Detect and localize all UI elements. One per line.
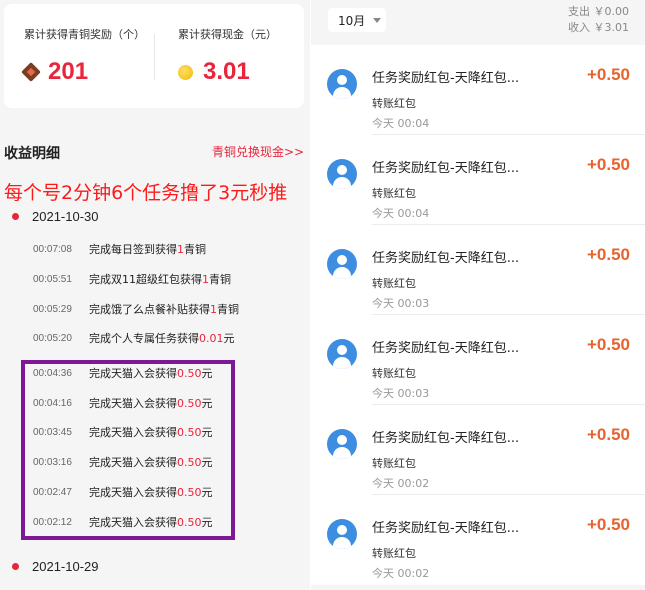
date-dot-icon	[12, 213, 19, 220]
transaction-amount: +0.50	[586, 335, 630, 354]
cash-stat: 累计获得现金（元） 3.01	[156, 4, 304, 108]
copper-stat-value: 201	[48, 58, 89, 85]
transaction-time: 今天 00:02	[372, 567, 430, 580]
record-row: 00:07:08 完成每日签到获得1青铜	[0, 237, 310, 261]
overlay-caption: 每个号2分钟6个任务撸了3元秒推	[4, 182, 288, 204]
transaction-row[interactable]: 任务奖励红包-天降红包... 转账红包 今天 00:03 +0.50	[311, 225, 645, 315]
month-selector[interactable]: 10月	[328, 8, 386, 32]
record-time: 00:05:51	[33, 273, 72, 285]
transaction-row[interactable]: 任务奖励红包-天降红包... 转账红包 今天 00:03 +0.50	[311, 315, 645, 405]
user-avatar-icon	[327, 159, 357, 189]
caret-down-icon	[373, 17, 382, 23]
record-row: 00:05:20 完成个人专属任务获得0.01元	[0, 326, 310, 350]
transaction-time: 今天 00:02	[372, 477, 430, 490]
transaction-title: 任务奖励红包-天降红包...	[372, 341, 520, 356]
date-label: 2021-10-29	[32, 559, 99, 574]
record-time: 00:07:08	[33, 243, 72, 255]
transaction-amount: +0.50	[586, 65, 630, 84]
expense-total: 支出 ￥0.00	[568, 5, 629, 18]
transaction-row[interactable]: 任务奖励红包-天降红包... 转账红包 今天 00:02 +0.50	[311, 405, 645, 495]
month-summary: 支出 ￥0.00 收入 ￥3.01	[568, 4, 629, 36]
transaction-row[interactable]: 任务奖励红包-天降红包... 转账红包 今天 00:04 +0.50	[311, 45, 645, 135]
record-row: 00:05:29 完成饿了么点餐补贴获得1青铜	[0, 297, 310, 321]
record-time: 00:05:29	[33, 303, 72, 315]
transaction-row[interactable]: 任务奖励红包-天降红包... 转账红包 今天 00:02 +0.50	[311, 495, 645, 585]
record-desc: 完成饿了么点餐补贴获得1青铜	[89, 303, 239, 316]
income-total: 收入 ￥3.01	[568, 21, 629, 34]
user-avatar-icon	[327, 429, 357, 459]
transaction-type: 转账红包	[372, 187, 416, 200]
record-desc: 完成每日签到获得1青铜	[89, 243, 206, 256]
cash-stat-label: 累计获得现金（元）	[178, 28, 277, 41]
transaction-type: 转账红包	[372, 547, 416, 560]
transaction-amount: +0.50	[586, 515, 630, 534]
cash-stat-value: 3.01	[203, 58, 250, 85]
transaction-time: 今天 00:03	[372, 297, 430, 310]
gold-coin-icon	[178, 64, 193, 80]
transaction-type: 转账红包	[372, 367, 416, 380]
transaction-amount: +0.50	[586, 155, 630, 174]
transaction-time: 今天 00:04	[372, 117, 430, 130]
transaction-title: 任务奖励红包-天降红包...	[372, 521, 520, 536]
transaction-time: 今天 00:04	[372, 207, 430, 220]
earnings-panel: 累计获得青铜奖励（个） 201 累计获得现金（元） 3.01 收益明细 青铜兑换…	[0, 0, 310, 590]
date-dot-icon	[12, 563, 19, 570]
month-label: 10月	[338, 13, 366, 28]
user-avatar-icon	[327, 339, 357, 369]
date-header: 2021-10-29	[12, 559, 99, 574]
record-desc: 完成双11超级红包获得1青铜	[89, 273, 231, 286]
transaction-amount: +0.50	[586, 245, 630, 264]
record-time: 00:05:20	[33, 332, 72, 344]
transaction-title: 任务奖励红包-天降红包...	[372, 71, 520, 86]
highlight-box	[21, 360, 235, 540]
transaction-type: 转账红包	[372, 97, 416, 110]
user-avatar-icon	[327, 519, 357, 549]
exchange-cash-link[interactable]: 青铜兑换现金>>	[212, 143, 304, 160]
stats-card: 累计获得青铜奖励（个） 201 累计获得现金（元） 3.01	[4, 4, 304, 108]
date-header: 2021-10-30	[12, 209, 99, 224]
copper-diamond-icon	[21, 62, 41, 82]
transaction-type: 转账红包	[372, 277, 416, 290]
copper-stat: 累计获得青铜奖励（个） 201	[4, 4, 154, 108]
transaction-title: 任务奖励红包-天降红包...	[372, 161, 520, 176]
user-avatar-icon	[327, 249, 357, 279]
transaction-amount: +0.50	[586, 425, 630, 444]
record-row: 00:05:51 完成双11超级红包获得1青铜	[0, 267, 310, 291]
user-avatar-icon	[327, 69, 357, 99]
transaction-title: 任务奖励红包-天降红包...	[372, 251, 520, 266]
copper-stat-label: 累计获得青铜奖励（个）	[24, 28, 145, 41]
wallet-header: 10月 支出 ￥0.00 收入 ￥3.01	[311, 0, 645, 45]
wallet-panel: 10月 支出 ￥0.00 收入 ￥3.01 任务奖励红包-天降红包... 转账红…	[311, 0, 645, 590]
transaction-type: 转账红包	[372, 457, 416, 470]
stat-divider	[154, 34, 155, 80]
income-detail-title: 收益明细	[4, 146, 60, 162]
date-label: 2021-10-30	[32, 209, 99, 224]
transaction-title: 任务奖励红包-天降红包...	[372, 431, 520, 446]
transaction-row[interactable]: 任务奖励红包-天降红包... 转账红包 今天 00:04 +0.50	[311, 135, 645, 225]
transaction-time: 今天 00:03	[372, 387, 430, 400]
record-desc: 完成个人专属任务获得0.01元	[89, 332, 235, 345]
